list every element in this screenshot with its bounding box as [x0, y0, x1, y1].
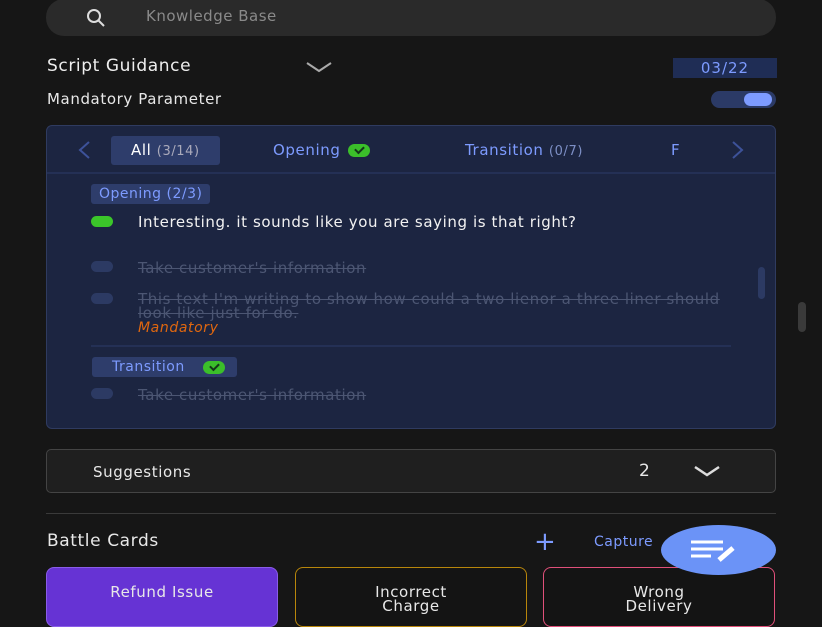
edit-notes-icon	[691, 540, 735, 562]
check-circle-icon	[91, 293, 113, 304]
mandatory-tag: Mandatory	[138, 320, 219, 336]
chevron-down-icon[interactable]	[693, 464, 721, 478]
check-icon	[348, 144, 371, 157]
page-scrollbar[interactable]	[798, 302, 806, 332]
script-panel: All (3/14) Opening Transition (0/7) F Op…	[46, 125, 776, 429]
script-item[interactable]: This text I'm writing to show how could …	[138, 290, 728, 336]
mandatory-parameter-toggle[interactable]	[711, 91, 776, 108]
search-icon	[87, 9, 105, 27]
script-item[interactable]: Interesting. it sounds like you are sayi…	[138, 215, 728, 230]
tab-bar: All (3/14) Opening Transition (0/7) F	[47, 126, 775, 174]
battle-card-refund-issue[interactable]: Refund Issue	[46, 567, 278, 627]
check-circle-icon	[91, 388, 113, 399]
tab-label: Transition	[465, 141, 544, 159]
chevron-down-icon[interactable]	[305, 58, 333, 76]
tab-label: Opening	[273, 141, 341, 159]
script-counter-badge: 03/22	[673, 58, 777, 78]
tab-count: (3/14)	[156, 144, 200, 159]
script-item[interactable]: Take customer's information	[138, 261, 728, 276]
notes-fab-button[interactable]	[661, 525, 776, 575]
card-label: Wrong Delivery	[625, 583, 693, 615]
knowledge-base-search[interactable]: Knowledge Base	[46, 0, 776, 36]
suggestions-label: Suggestions	[93, 463, 192, 481]
battle-card-wrong-delivery[interactable]: Wrong Delivery	[543, 567, 775, 627]
status-dot-active	[91, 216, 113, 227]
battle-cards-title: Battle Cards	[47, 531, 159, 551]
battle-card-incorrect-charge[interactable]: Incorrect Charge	[295, 567, 527, 627]
tab-f[interactable]: F	[671, 136, 680, 165]
chevron-left-icon[interactable]	[77, 140, 91, 160]
chip-label: Transition	[112, 359, 185, 375]
tab-transition[interactable]: Transition (0/7)	[465, 136, 583, 165]
check-icon	[202, 360, 225, 374]
tab-label: F	[671, 141, 681, 159]
capture-link[interactable]: Capture	[594, 534, 653, 550]
section-divider	[91, 345, 731, 347]
panel-scrollbar[interactable]	[758, 267, 765, 299]
chevron-right-icon[interactable]	[731, 140, 745, 160]
suggestions-bar[interactable]: Suggestions 2	[46, 449, 776, 493]
script-item-text: This text I'm writing to show how could …	[138, 290, 720, 322]
divider	[46, 513, 776, 514]
section-chip-transition: Transition	[92, 357, 237, 377]
search-placeholder: Knowledge Base	[146, 7, 277, 25]
toggle-knob	[744, 93, 772, 106]
plus-icon[interactable]: +	[534, 527, 556, 557]
section-chip-opening: Opening (2/3)	[91, 184, 211, 204]
tab-label: All	[131, 141, 152, 159]
check-circle-icon	[91, 261, 113, 272]
tab-count: (0/7)	[548, 144, 583, 159]
mandatory-parameter-label: Mandatory Parameter	[47, 90, 222, 108]
tab-all[interactable]: All (3/14)	[111, 136, 220, 165]
script-guidance-title: Script Guidance	[47, 56, 192, 76]
suggestions-count: 2	[639, 461, 650, 481]
card-label: Refund Issue	[110, 583, 214, 601]
card-label: Incorrect Charge	[375, 583, 447, 615]
script-item[interactable]: Take customer's information	[138, 388, 728, 403]
tab-opening[interactable]: Opening	[273, 136, 371, 165]
